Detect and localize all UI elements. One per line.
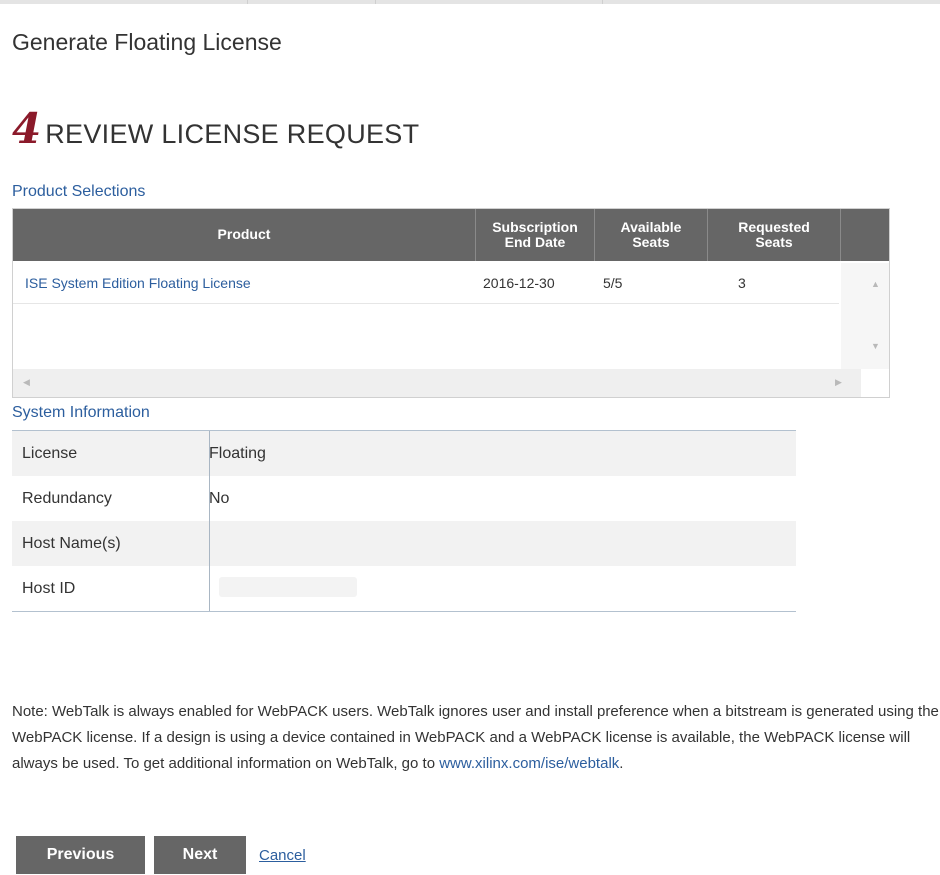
webtalk-link[interactable]: www.xilinx.com/ise/webtalk <box>439 755 619 772</box>
system-information-label: System Information <box>12 404 150 421</box>
grid-header: Product Subscription End Date Available … <box>13 209 889 261</box>
page-title: Generate Floating License <box>12 29 282 55</box>
cancel-link[interactable]: Cancel <box>259 847 306 864</box>
scroll-up-icon[interactable]: ▲ <box>871 279 880 289</box>
scroll-left-icon[interactable]: ◀ <box>23 377 30 388</box>
system-row-host-id: Host ID <box>12 566 796 611</box>
previous-button[interactable]: Previous <box>16 836 145 874</box>
column-divider <box>840 209 841 261</box>
column-header-product[interactable]: Product <box>13 209 475 261</box>
scroll-down-icon[interactable]: ▼ <box>871 341 880 351</box>
top-divider-tick <box>602 0 603 4</box>
system-key: License <box>22 444 78 462</box>
end-date-cell: 2016-12-30 <box>483 275 555 291</box>
system-key: Host Name(s) <box>22 534 121 552</box>
system-key: Host ID <box>22 579 76 597</box>
column-divider <box>209 431 210 611</box>
available-seats-cell: 5/5 <box>603 275 623 291</box>
top-divider-tick <box>375 0 376 4</box>
note-end: . <box>619 755 624 772</box>
system-row-host-names: Host Name(s) <box>12 521 796 566</box>
product-grid: Product Subscription End Date Available … <box>12 208 890 398</box>
requested-seats-cell: 3 <box>738 275 746 291</box>
redacted-host-id <box>219 577 357 597</box>
system-information-table: License Floating Redundancy No Host Name… <box>12 430 796 612</box>
product-selections-label: Product Selections <box>12 183 146 200</box>
system-key: Redundancy <box>22 489 112 507</box>
system-value: Floating <box>209 444 266 462</box>
system-row-license: License Floating <box>12 431 796 476</box>
top-divider-tick <box>247 0 248 4</box>
column-header-requested-seats[interactable]: Requested Seats <box>708 209 840 261</box>
horizontal-scrollbar[interactable]: ◀ ▶ <box>13 369 861 397</box>
step-number: 4 <box>12 104 42 153</box>
vertical-scrollbar[interactable]: ▲ ▼ <box>841 263 889 369</box>
column-header-end-date[interactable]: Subscription End Date <box>476 209 594 261</box>
system-row-redundancy: Redundancy No <box>12 476 796 521</box>
system-value: No <box>209 489 230 507</box>
next-button[interactable]: Next <box>154 836 246 874</box>
webtalk-note: Note: WebTalk is always enabled for WebP… <box>12 699 940 777</box>
scroll-right-icon[interactable]: ▶ <box>835 377 842 388</box>
step-heading: 4 REVIEW LICENSE REQUEST <box>12 108 419 150</box>
table-row[interactable]: ISE System Edition Floating License 2016… <box>13 263 839 304</box>
step-title: REVIEW LICENSE REQUEST <box>45 119 420 149</box>
column-header-available-seats[interactable]: Available Seats <box>595 209 707 261</box>
product-name-link[interactable]: ISE System Edition Floating License <box>25 263 251 303</box>
top-divider <box>0 0 940 4</box>
